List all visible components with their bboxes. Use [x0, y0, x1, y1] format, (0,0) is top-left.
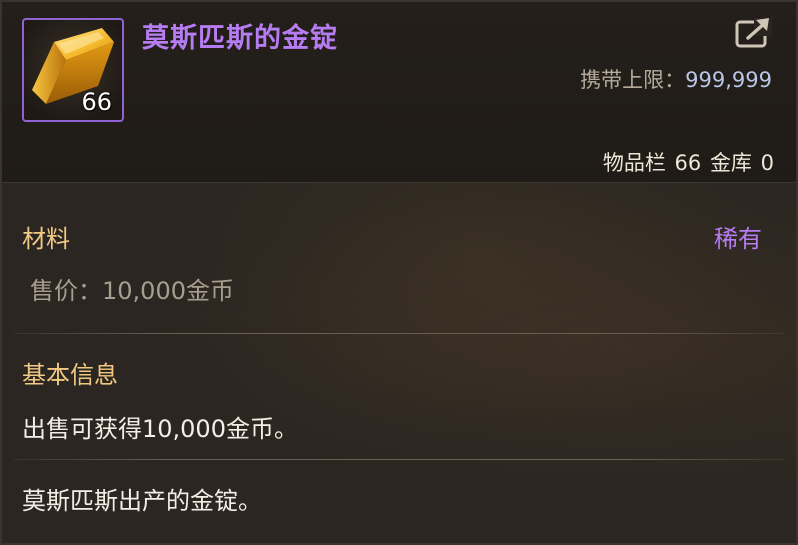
- storage-row: 物品栏 66 金库 0: [601, 147, 774, 177]
- sell-price-value: 10,000金币: [102, 277, 234, 305]
- basic-info-text: 出售可获得10,000金币。: [22, 415, 298, 443]
- inventory-count: 66: [674, 151, 702, 175]
- sell-price: 售价：10,000金币: [30, 271, 234, 306]
- item-icon-frame: 66: [22, 18, 124, 122]
- item-category: 材料: [22, 225, 70, 253]
- sell-price-label: 售价：: [30, 277, 102, 305]
- divider: [14, 333, 784, 334]
- vault-label: 金库: [709, 151, 752, 175]
- carry-limit-row: 携带上限：999,999: [580, 64, 772, 94]
- carry-limit-value: 999,999: [685, 68, 772, 92]
- item-name: 莫斯匹斯的金锭: [142, 23, 338, 54]
- item-description: 莫斯匹斯出产的金锭。: [22, 487, 262, 515]
- share-button[interactable]: [734, 14, 774, 50]
- basic-info-title: 基本信息: [22, 361, 118, 389]
- share-export-icon: [735, 18, 772, 48]
- item-rarity: 稀有: [714, 225, 762, 253]
- item-tooltip: 66 莫斯匹斯的金锭 携带上限：999,999 物品栏 66 金库 0 材料 稀…: [0, 0, 798, 545]
- tooltip-body: 材料 稀有 售价：10,000金币 基本信息 出售可获得10,000金币。 莫斯…: [2, 183, 796, 543]
- inventory-label: 物品栏: [602, 151, 666, 175]
- vault-count: 0: [760, 151, 774, 175]
- carry-limit-label: 携带上限：: [580, 68, 686, 92]
- divider: [14, 459, 784, 460]
- tooltip-header: 66 莫斯匹斯的金锭 携带上限：999,999 物品栏 66 金库 0: [2, 2, 796, 183]
- stack-count: 66: [81, 88, 112, 116]
